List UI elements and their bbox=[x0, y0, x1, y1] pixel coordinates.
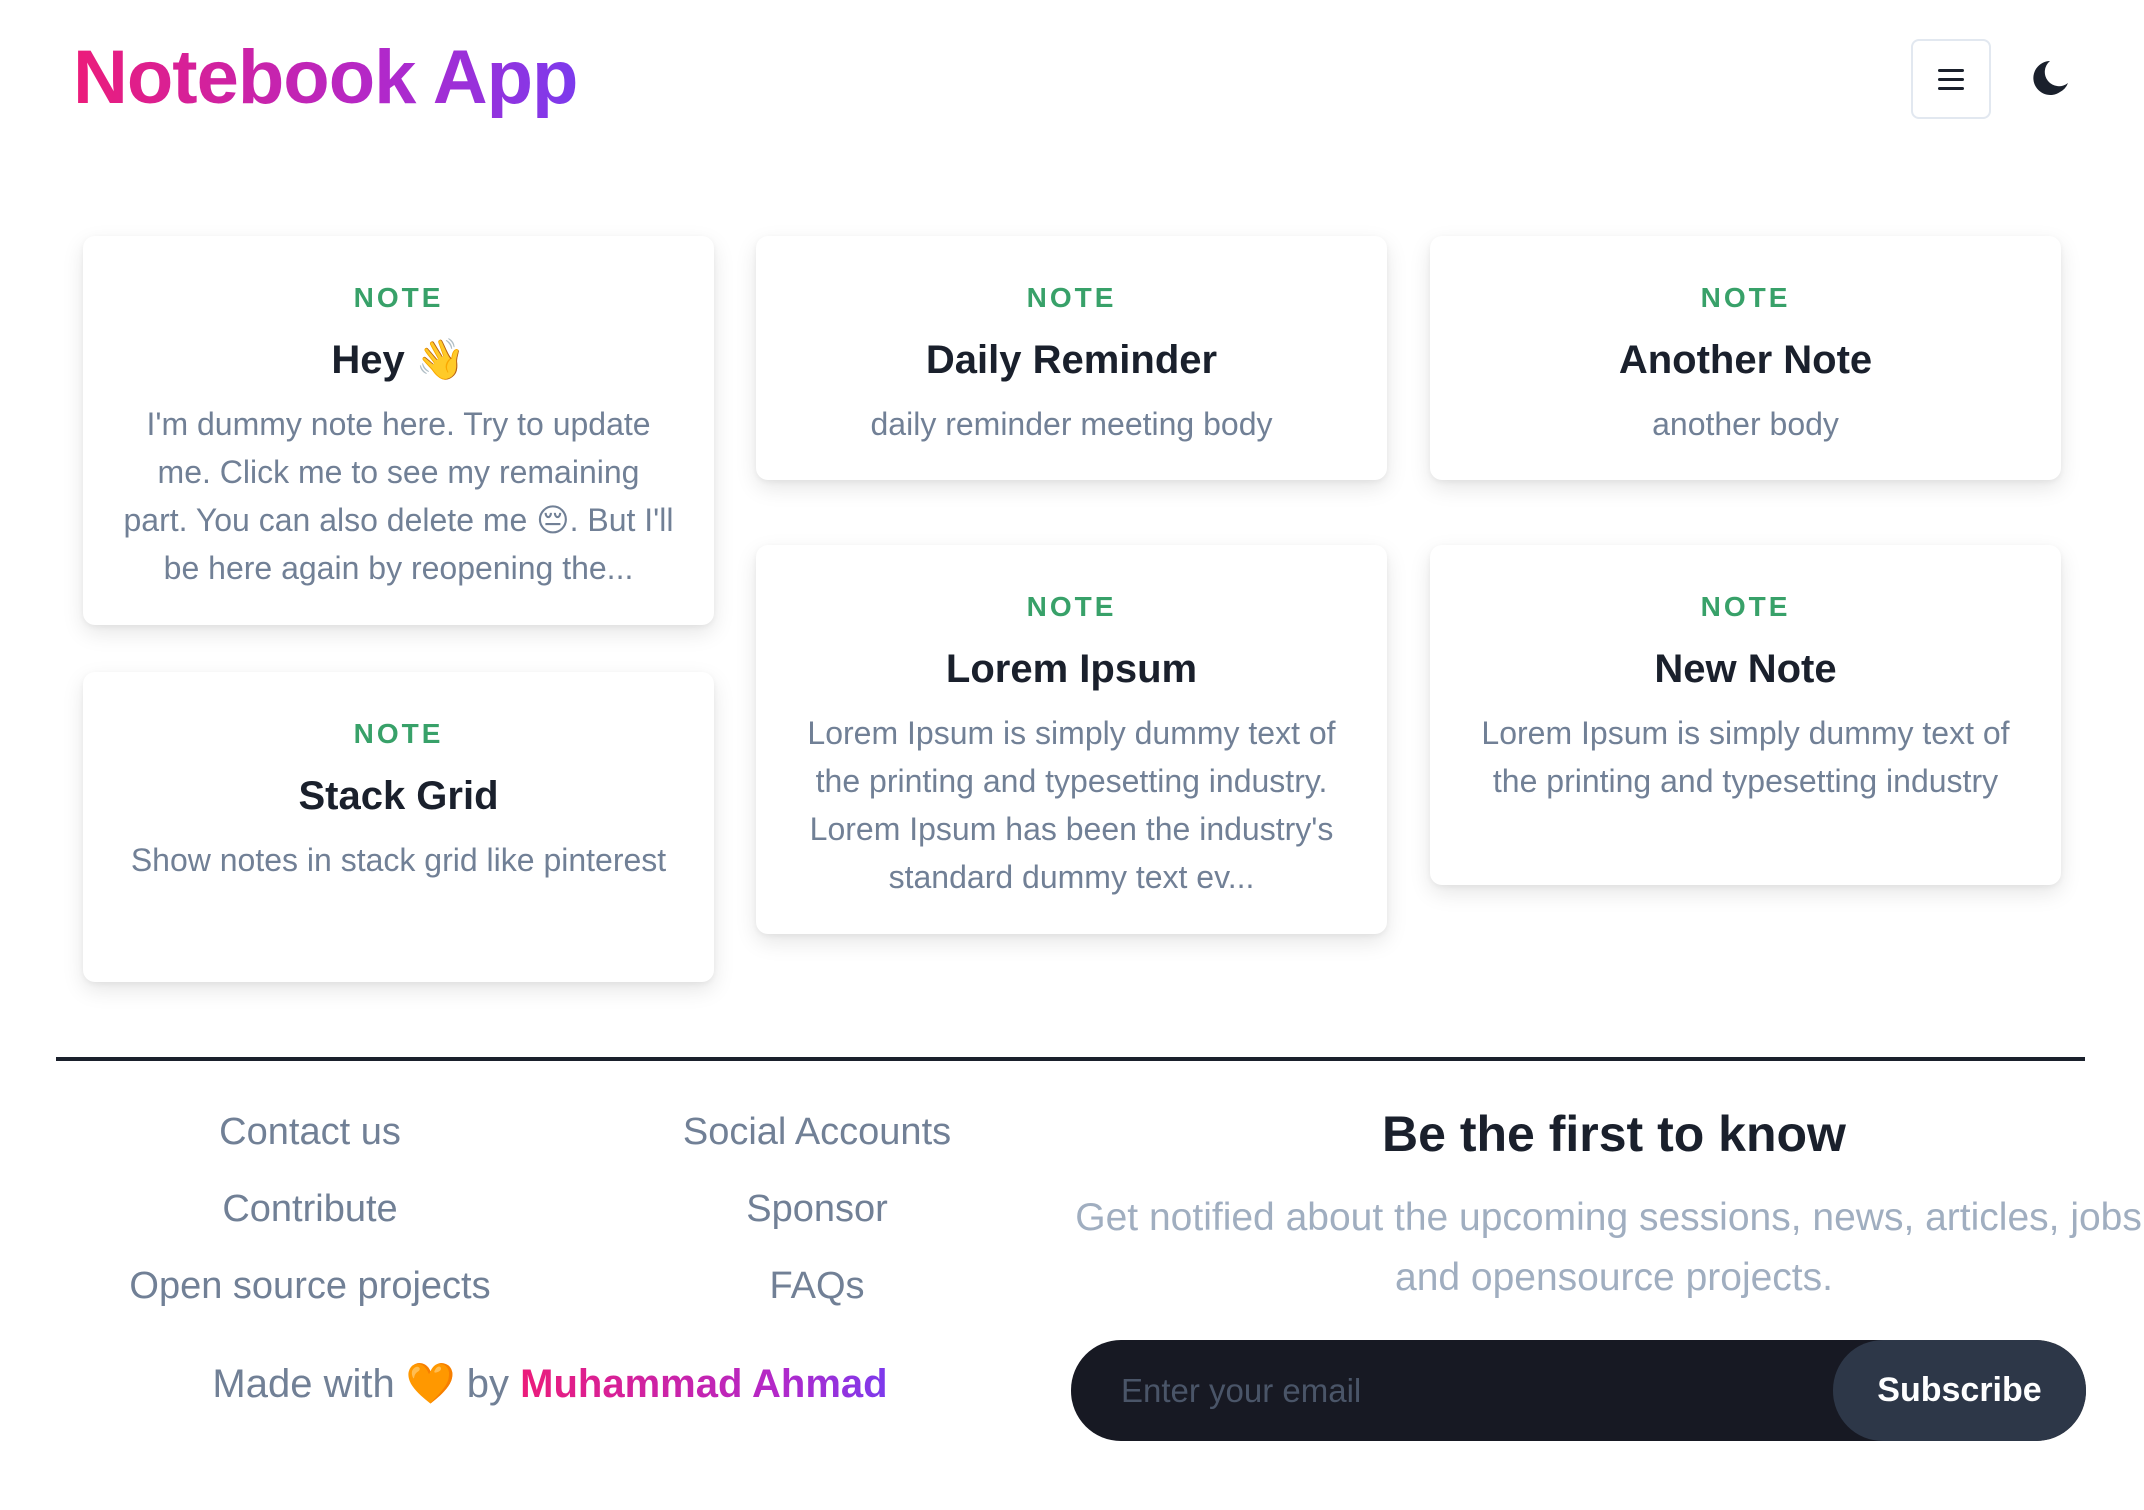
note-tag: NOTE bbox=[1700, 591, 1791, 622]
hamburger-menu-icon bbox=[1938, 68, 1964, 72]
note-title: Daily Reminder bbox=[925, 338, 1218, 382]
note-card[interactable]: NOTE Another Note another body bbox=[1430, 236, 2061, 480]
note-title: Lorem Ipsum bbox=[945, 647, 1198, 691]
made-with-credit: Made with 🧡 by Muhammad Ahmad bbox=[150, 1360, 950, 1408]
subscribe-description: Get notified about the upcoming sessions… bbox=[1075, 1196, 2144, 1299]
subscribe-button[interactable]: Subscribe bbox=[1833, 1340, 2086, 1441]
footer-link-contribute[interactable]: Contribute bbox=[50, 1187, 570, 1233]
footer-link-contact-us[interactable]: Contact us bbox=[50, 1110, 570, 1156]
note-card[interactable]: NOTE Hey 👋 I'm dummy note here. Try to u… bbox=[83, 236, 714, 625]
by-text: by bbox=[466, 1362, 510, 1406]
note-body: Lorem Ipsum is simply dummy text of the … bbox=[807, 715, 1336, 895]
app-title[interactable]: Notebook App bbox=[73, 38, 578, 118]
menu-button[interactable] bbox=[1911, 39, 1991, 119]
note-title: New Note bbox=[1654, 647, 1837, 691]
note-card[interactable]: NOTE Lorem Ipsum Lorem Ipsum is simply d… bbox=[756, 545, 1387, 934]
note-tag: NOTE bbox=[1026, 282, 1117, 313]
note-body: another body bbox=[1652, 406, 1839, 442]
hamburger-menu-icon-bar bbox=[1938, 86, 1964, 90]
moon-icon[interactable] bbox=[2030, 58, 2072, 100]
note-tag: NOTE bbox=[353, 718, 444, 749]
author-link[interactable]: Muhammad Ahmad bbox=[520, 1362, 887, 1406]
hamburger-menu-icon-bar bbox=[1938, 77, 1964, 81]
footer-link-open-source-projects[interactable]: Open source projects bbox=[50, 1264, 570, 1310]
footer-link-sponsor[interactable]: Sponsor bbox=[557, 1187, 1077, 1233]
note-title: Another Note bbox=[1618, 338, 1873, 382]
app-header: Notebook App bbox=[0, 0, 2144, 160]
note-body: Show notes in stack grid like pinterest bbox=[130, 842, 667, 878]
note-card[interactable]: NOTE Stack Grid Show notes in stack grid… bbox=[83, 672, 714, 982]
note-tag: NOTE bbox=[1700, 282, 1791, 313]
note-body: daily reminder meeting body bbox=[870, 406, 1273, 442]
note-title: Hey 👋 bbox=[331, 338, 466, 382]
note-card[interactable]: NOTE New Note Lorem Ipsum is simply dumm… bbox=[1430, 545, 2061, 885]
email-input[interactable] bbox=[1121, 1340, 1821, 1441]
note-body: I'm dummy note here. Try to update me. C… bbox=[123, 406, 674, 586]
heart-icon: 🧡 bbox=[405, 1361, 456, 1407]
made-with-text: Made with bbox=[212, 1362, 395, 1406]
footer-link-faqs[interactable]: FAQs bbox=[557, 1264, 1077, 1310]
note-tag: NOTE bbox=[353, 282, 444, 313]
subscribe-form: Subscribe bbox=[1071, 1340, 2086, 1441]
note-card[interactable]: NOTE Daily Reminder daily reminder meeti… bbox=[756, 236, 1387, 480]
note-tag: NOTE bbox=[1026, 591, 1117, 622]
subscribe-title: Be the first to know bbox=[1382, 1106, 1846, 1162]
footer-divider bbox=[56, 1057, 2085, 1061]
note-body: Lorem Ipsum is simply dummy text of the … bbox=[1481, 715, 2010, 799]
footer-link-social-accounts[interactable]: Social Accounts bbox=[557, 1110, 1077, 1156]
note-title: Stack Grid bbox=[298, 774, 499, 818]
